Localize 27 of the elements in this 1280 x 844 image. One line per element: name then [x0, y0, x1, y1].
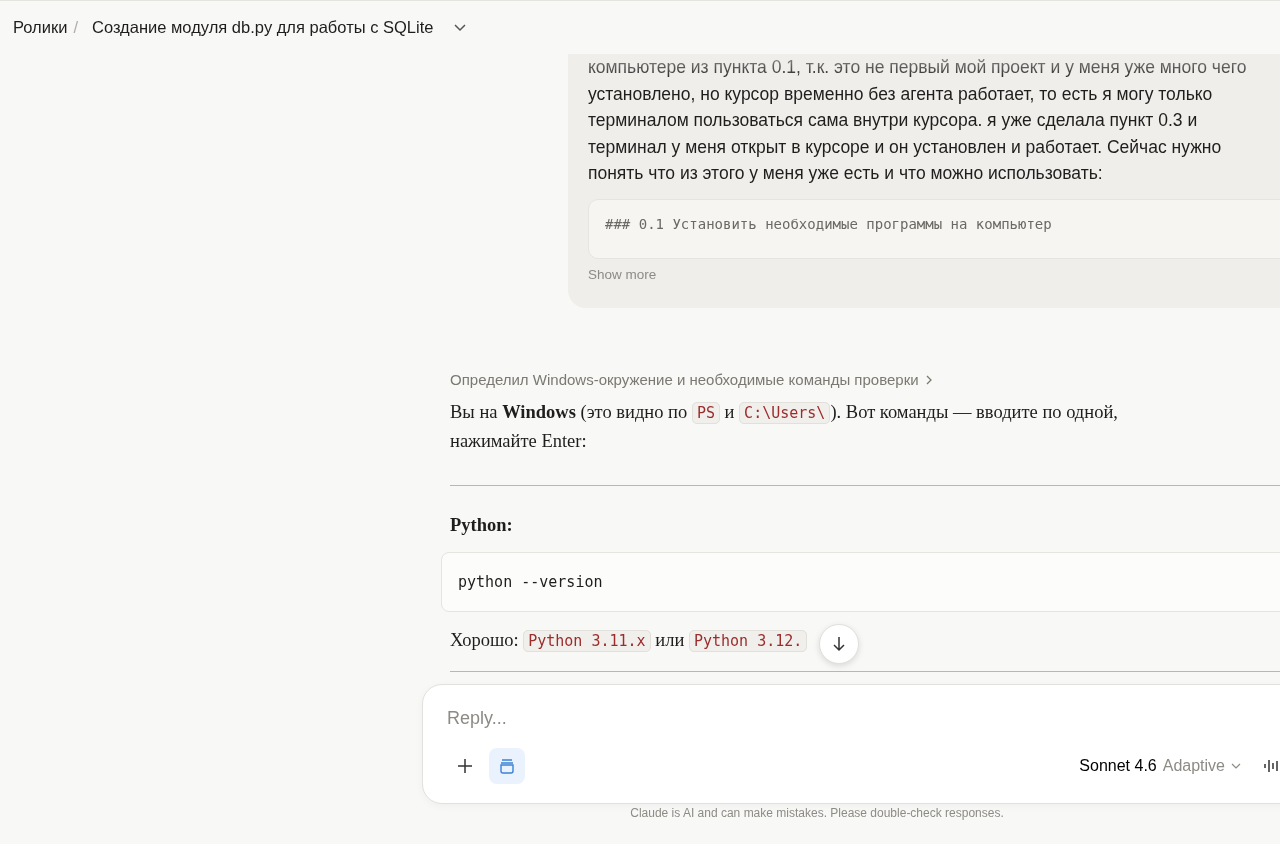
code-block: python --version [441, 551, 1280, 612]
mode-label: Adaptive [1162, 756, 1225, 776]
plus-icon [456, 757, 474, 775]
arrow-down-icon [831, 635, 848, 653]
inline-code: Python 3.12. [688, 630, 808, 652]
breadcrumb-link[interactable]: Ролики [13, 15, 68, 40]
conversation-title: Создание модуля db.py для работы с SQLite [91, 17, 434, 39]
reply-field[interactable]: Reply... [447, 705, 1047, 732]
inline-code: PS [691, 401, 720, 424]
project-button[interactable] [489, 748, 525, 784]
scroll-down-button[interactable] [819, 624, 860, 664]
section-heading: Python: [450, 513, 514, 537]
code-preview: ### 0.1 Установить необходимые программы на компьютер [588, 198, 1280, 259]
disclaimer-text: Claude is AI and can make mistakes. Please double-check responses. [629, 807, 1005, 819]
thinking-summary-toggle[interactable]: Определил Windows-окружение и необходимые команды проверки [450, 369, 933, 392]
chevron-right-icon [924, 374, 933, 387]
box-icon [498, 757, 516, 775]
response-paragraph: Вы на Windows (это видно по PS и C:\Users\ ). Вот команды — вводите по одной, нажимайте Enter: [450, 400, 1119, 453]
breadcrumb-separator: / [73, 17, 78, 39]
chevron-down-icon [1231, 762, 1241, 770]
user-message-text: компьютере из пункта 0.1, т.к. это не первый мой проект и у меня уже много чего установлено, но курсор временно без агента работает, то есть я могу только терминалом пользоваться сама внутри курсора. я уже сделала пункт 0.3 и терминал у меня открыт в курсоре и он установлен и работает. Сейчас нужно понять что из этого у меня уже есть и что можно использовать: [588, 56, 1248, 185]
response-paragraph: Хорошо: Python 3.11.x или Python 3.12. [450, 626, 808, 655]
chevron-down-icon[interactable] [453, 22, 468, 33]
voice-icon[interactable] [1263, 757, 1279, 775]
inline-code: Python 3.11.x [523, 630, 651, 652]
inline-code: C:\Users\ [739, 401, 831, 424]
model-selector[interactable]: Sonnet 4.6 Adaptive [1079, 754, 1241, 778]
